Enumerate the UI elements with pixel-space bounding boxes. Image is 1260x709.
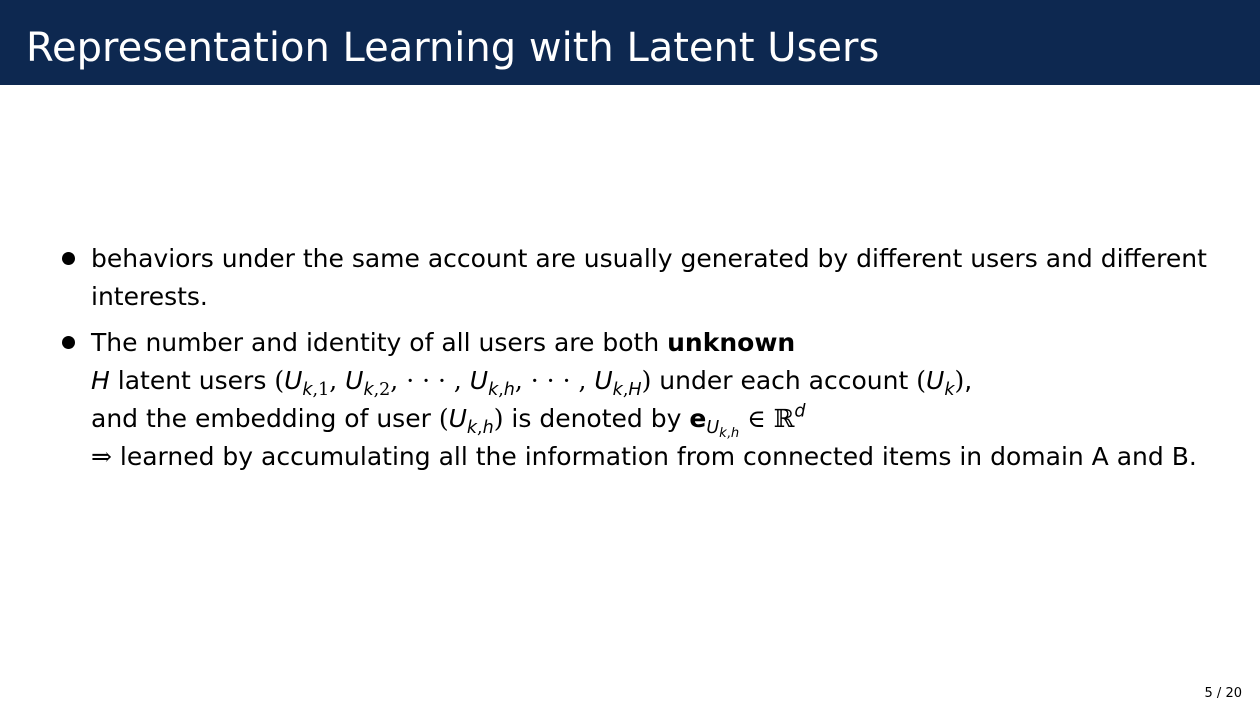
latent-users-line-4: ⇒ learned by accumulating all the inform… bbox=[91, 438, 1240, 476]
bullet-item-latent-users: The number and identity of all users are… bbox=[60, 324, 1240, 476]
implies-arrow-icon: ⇒ bbox=[91, 442, 112, 471]
title-bar: Representation Learning with Latent User… bbox=[0, 0, 1260, 85]
bullet-item-behaviors: behaviors under the same account are usu… bbox=[60, 240, 1240, 316]
line2-text-b: under each account bbox=[651, 366, 917, 395]
math-latent-user-tuple: (Uk,1, Uk,2, · · · , Uk,h, · · · , Uk,H) bbox=[274, 366, 652, 401]
math-H: H bbox=[91, 366, 110, 395]
bullet-dot-icon bbox=[62, 336, 75, 349]
math-embedding: eUk,h ∈ ℝd bbox=[689, 401, 806, 442]
bullet-text-behaviors: behaviors under the same account are usu… bbox=[91, 244, 1207, 311]
math-user-kh: (Uk,h) bbox=[438, 404, 504, 439]
page-number: 5 / 20 bbox=[1204, 686, 1242, 701]
bullet-dot-icon bbox=[62, 252, 75, 265]
unknown-emphasis: unknown bbox=[667, 328, 796, 357]
slide-content: behaviors under the same account are usu… bbox=[60, 240, 1240, 484]
line1-text: The number and identity of all users are… bbox=[91, 328, 668, 357]
line3-text-a: and the embedding of user bbox=[91, 404, 439, 433]
line2-text-a: latent users bbox=[109, 366, 275, 395]
slide-title: Representation Learning with Latent User… bbox=[26, 25, 880, 71]
math-account: (Uk) bbox=[916, 366, 965, 401]
line3-text-b: is denoted by bbox=[503, 404, 690, 433]
line4-text: learned by accumulating all the informat… bbox=[111, 442, 1197, 471]
latent-users-line-2: H latent users (Uk,1, Uk,2, · · · , Uk,h… bbox=[91, 366, 973, 401]
latent-users-line-3: and the embedding of user (Uk,h) is deno… bbox=[91, 400, 1240, 442]
latent-users-line-1: The number and identity of all users are… bbox=[91, 324, 1240, 362]
